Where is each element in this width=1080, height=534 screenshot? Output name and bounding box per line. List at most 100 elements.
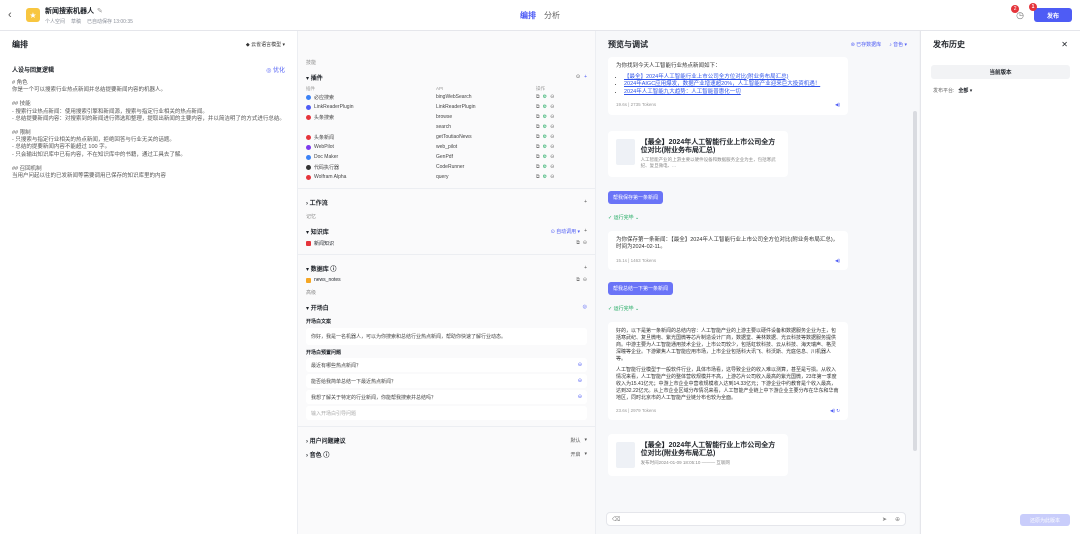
opening-toggle[interactable]: ▾ 开场白 [306, 303, 329, 312]
settings-icon[interactable]: ⚙ [543, 104, 547, 110]
tab-analysis[interactable]: 分析 [544, 10, 560, 21]
copy-icon[interactable]: ⧉ [536, 144, 540, 150]
database-toggle[interactable]: ▾ 数据库 ⓘ [306, 264, 336, 273]
news-link[interactable]: 2024年AIGC应用爆发，数据产业增速超20%，人工智能产业迎来巨大投资机遇！ [624, 81, 820, 87]
plugin-row[interactable]: 代码执行器 CodeRunner ⧉ ⚙ ⊖ [298, 162, 595, 172]
workflow-toggle[interactable]: › 工作流 [306, 198, 328, 207]
question-input[interactable]: 输入开场白引导问题 [306, 406, 587, 420]
plugin-api: browse [436, 114, 453, 120]
remove-icon[interactable]: ⊖ [550, 124, 554, 130]
copy-icon[interactable]: ⧉ [536, 154, 540, 160]
news-card[interactable]: 【最全】2024年人工智能行业上市公司全方位对比(附业务布局汇总) 人工智能产业的… [608, 130, 788, 177]
run-label: 运行完毕 [613, 306, 634, 312]
tab-arrange[interactable]: 编排 [520, 10, 536, 21]
settings-icon[interactable]: ⚙ [543, 164, 547, 170]
news-link[interactable]: 【最全】2024年人工智能行业上市公司全方位对比(附业务布局汇总) [624, 74, 788, 80]
saved-db-button[interactable]: ⊜ 已存数据库 [851, 41, 882, 48]
remove-icon[interactable]: ⊖ [550, 154, 554, 160]
remove-icon[interactable]: ⊖ [550, 134, 554, 140]
copy-icon[interactable]: ⧉ [536, 124, 540, 130]
preset-question[interactable]: 我想了解关于特定的行业新闻，你能帮我搜索并总结吗？ ⊖ [306, 390, 587, 404]
copy-icon[interactable]: ⧉ [536, 94, 540, 100]
news-card[interactable]: 【最全】2024年人工智能行业上市公司全方位对比(附业务布局汇总) 发布时间202… [608, 434, 788, 476]
settings-icon[interactable]: ⚙ [543, 154, 547, 160]
plugin-row[interactable]: Doc Maker GenPdf ⧉ ⚙ ⊖ [298, 152, 595, 162]
settings-icon[interactable]: ⚙ [543, 94, 547, 100]
speaker-icon[interactable]: ◀) [835, 101, 840, 109]
platform-select[interactable]: 全部 ▾ [958, 87, 972, 94]
back-icon[interactable]: ‹ [8, 9, 22, 21]
restore-button[interactable]: 还原为此版本 [1020, 514, 1070, 526]
settings-icon[interactable]: ⚙ [543, 114, 547, 120]
publish-button[interactable]: 1 发布 [1029, 3, 1072, 22]
copy-icon[interactable]: ⧉ [576, 277, 580, 283]
run-status[interactable]: ✓ 运行完毕 ⌄ [608, 214, 919, 221]
history-panel: 发布历史 ✕ 当前版本 发布平台: 全部 ▾ 还原为此版本 [920, 31, 1080, 534]
add-icon[interactable]: ⊕ [895, 516, 900, 523]
add-database-icon[interactable]: + [584, 265, 587, 271]
preset-question[interactable]: 最近有哪些热点新闻？ ⊖ [306, 358, 587, 372]
add-plugin-icon[interactable]: + [584, 74, 587, 80]
remove-icon[interactable]: ⊖ [550, 164, 554, 170]
question-text: 能否给我简单总结一下最近热点新闻？ [311, 378, 397, 385]
copy-icon[interactable]: ⧉ [536, 104, 540, 110]
knowledge-toggle[interactable]: ▾ 知识库 [306, 227, 329, 236]
remove-icon[interactable]: ⊖ [583, 240, 587, 246]
remove-icon[interactable]: ⊖ [550, 94, 554, 100]
clear-icon[interactable]: ⌫ [612, 516, 620, 523]
copy-icon[interactable]: ⧉ [536, 134, 540, 140]
news-link[interactable]: 2024年人工智能九大趋势：人工智能普惠化一切 [624, 89, 741, 95]
settings-icon[interactable]: ⚙ [543, 144, 547, 150]
opening-settings-icon[interactable]: ◎ [583, 304, 587, 310]
remove-icon[interactable]: ⊖ [578, 394, 582, 400]
copy-icon[interactable]: ⧉ [576, 240, 580, 246]
settings-icon[interactable]: ⚙ [543, 174, 547, 180]
settings-icon[interactable]: ⚙ [543, 134, 547, 140]
plugin-row[interactable]: Wolfram Alpha query ⧉ ⚙ ⊖ [298, 172, 595, 182]
remove-icon[interactable]: ⊖ [550, 104, 554, 110]
run-status[interactable]: ✓ 运行完毕 ⌄ [608, 305, 919, 312]
suggest-toggle[interactable]: › 用户问题建议 [306, 436, 346, 445]
remove-icon[interactable]: ⊖ [578, 362, 582, 368]
plugin-row[interactable]: LinkReaderPlugin LinkReaderPlugin ⧉ ⚙ ⊖ [298, 102, 595, 112]
auto-icon[interactable]: ⊙ [576, 74, 580, 80]
send-icon[interactable]: ➤ [882, 516, 887, 523]
copy-icon[interactable]: ⧉ [536, 164, 540, 170]
optimize-button[interactable]: ◎ 优化 [266, 65, 285, 74]
plugin-row[interactable]: 头条新闻 getToutiaoNews ⧉ ⚙ ⊖ [298, 132, 595, 142]
plugins-toggle[interactable]: ▾ 插件 [306, 73, 323, 82]
voice-select[interactable]: 开启 ▾ [570, 451, 587, 458]
remove-icon[interactable]: ⊖ [578, 378, 582, 384]
speaker-icon[interactable]: ◀) ↻ [830, 407, 840, 414]
current-version[interactable]: 当前版本 [931, 65, 1070, 79]
model-select[interactable]: ◆ 云雀语言模型 ▾ [246, 41, 285, 48]
settings-icon[interactable]: ⚙ [543, 124, 547, 130]
suggest-select[interactable]: 默认 ▾ [570, 437, 587, 444]
add-knowledge-icon[interactable]: + [584, 228, 587, 234]
preset-question[interactable]: 能否给我简单总结一下最近热点新闻？ ⊖ [306, 374, 587, 388]
opening-text-field[interactable]: 你好，我是一名机器人，可以为你搜索和总结行业热点新闻，帮助你快速了解行业动态。 [306, 328, 587, 345]
remove-icon[interactable]: ⊖ [550, 114, 554, 120]
voice-button[interactable]: ♪ 音色 ▾ [889, 41, 907, 48]
edit-icon[interactable]: ✎ [97, 7, 103, 15]
plugin-row[interactable]: WebPilot web_pilot ⧉ ⚙ ⊖ [298, 142, 595, 152]
remove-icon[interactable]: ⊖ [550, 144, 554, 150]
database-item[interactable]: news_notes ⧉ ⊖ [298, 275, 595, 285]
plugin-row[interactable]: 必应搜索 bingWebSearch ⧉ ⚙ ⊖ [298, 92, 595, 102]
speaker-icon[interactable]: ◀) [835, 257, 840, 265]
chat-input[interactable]: ⌫ ➤ ⊕ [606, 512, 906, 526]
plugin-row[interactable]: 头条搜索 browse ⧉ ⚙ ⊖ [298, 112, 595, 122]
bell-icon[interactable]: ◷ 2 [1011, 4, 1024, 21]
close-icon[interactable]: ✕ [1061, 40, 1068, 49]
knowledge-item[interactable]: 新闻知识 ⧉ ⊖ [298, 238, 595, 248]
auto-call-select[interactable]: ⊙ 自动调用 ▾ [551, 228, 581, 235]
plugin-row[interactable]: search ⧉ ⚙ ⊖ [298, 122, 595, 132]
add-workflow-icon[interactable]: + [584, 199, 587, 205]
voice-toggle[interactable]: › 音色 ⓘ [306, 450, 329, 459]
remove-icon[interactable]: ⊖ [583, 277, 587, 283]
copy-icon[interactable]: ⧉ [536, 174, 540, 180]
scrollbar[interactable] [913, 111, 917, 451]
prompt-editor[interactable]: # 角色 你是一个可以搜索行业热点新闻并总结提要新闻内容的机器人。 ## 技能 - 搜… [0, 74, 297, 186]
remove-icon[interactable]: ⊖ [550, 174, 554, 180]
copy-icon[interactable]: ⧉ [536, 114, 540, 120]
